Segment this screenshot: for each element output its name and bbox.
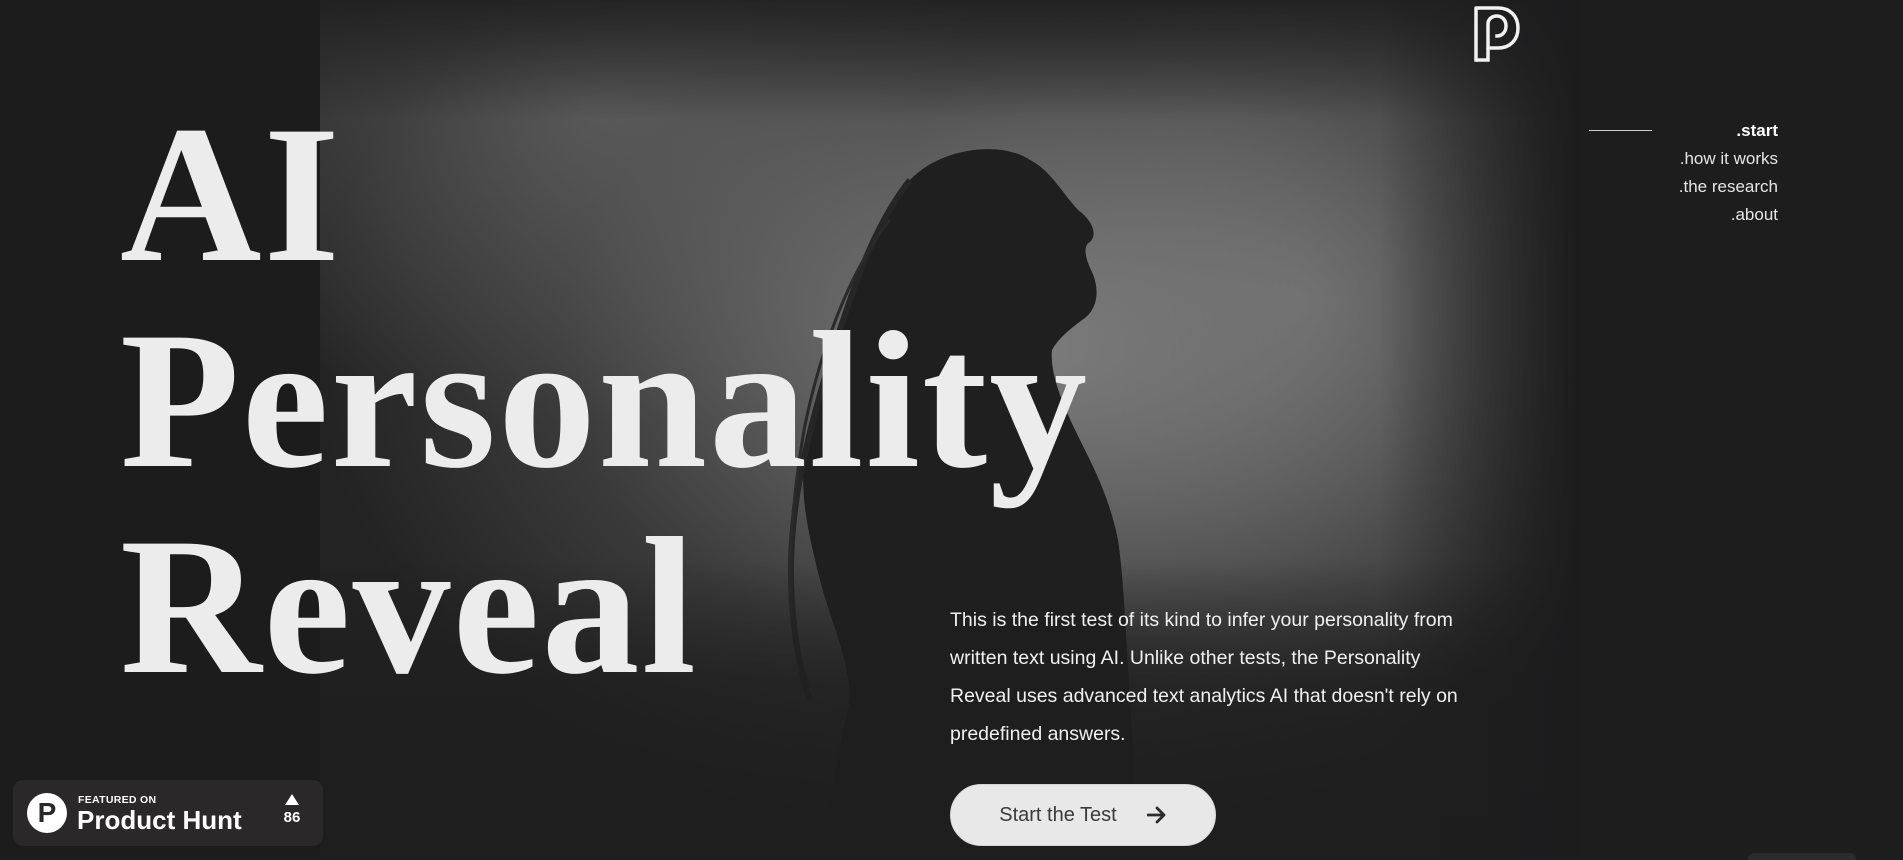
- upvote-triangle-icon: [285, 794, 299, 805]
- headline-line-2: Personality: [120, 292, 1090, 509]
- landing-page: .start .how it works .the research .abou…: [0, 0, 1903, 860]
- arrow-right-icon: [1146, 806, 1166, 824]
- upvote-count: 86: [283, 809, 301, 826]
- hero-intro-text: This is the first test of its kind to in…: [950, 609, 1458, 745]
- product-hunt-logo-icon: P: [27, 793, 67, 833]
- nav-item-about[interactable]: .about: [1679, 201, 1778, 229]
- bottom-corner-tab[interactable]: [1748, 853, 1856, 860]
- start-test-button[interactable]: Start the Test: [950, 784, 1216, 846]
- section-nav: .start .how it works .the research .abou…: [1679, 117, 1778, 229]
- headline-line-3: Reveal: [120, 498, 698, 715]
- hero-headline: AI Personality Reveal: [120, 92, 1089, 710]
- product-hunt-upvotes: 86: [275, 792, 309, 826]
- product-hunt-name: Product Hunt: [77, 805, 242, 835]
- headline-line-1: AI: [120, 86, 342, 303]
- nav-item-the-research[interactable]: .the research: [1679, 173, 1778, 201]
- nav-active-indicator-line: [1589, 130, 1652, 131]
- nav-item-how-it-works[interactable]: .how it works: [1679, 145, 1778, 173]
- start-test-button-label: Start the Test: [999, 803, 1117, 826]
- product-hunt-badge[interactable]: P FEATURED ON Product Hunt 86: [13, 780, 323, 846]
- personality-reveal-logo-icon[interactable]: [1472, 4, 1522, 62]
- nav-item-start[interactable]: .start: [1679, 117, 1778, 145]
